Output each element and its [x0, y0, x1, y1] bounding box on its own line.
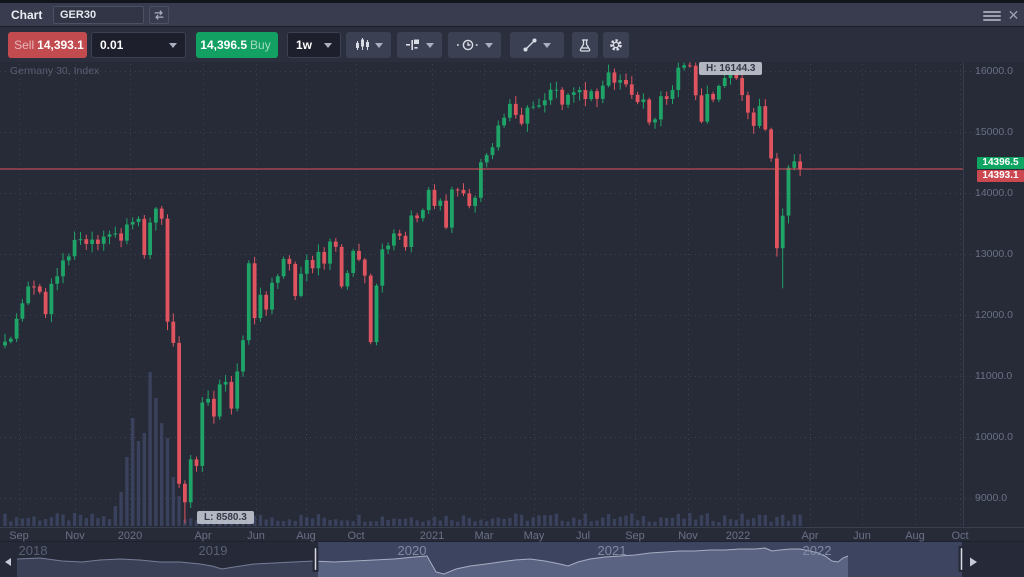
compare-symbols-button[interactable]: [149, 6, 169, 24]
sell-price: 14,393.1: [37, 38, 84, 52]
close-icon[interactable]: ✕: [1006, 8, 1021, 23]
timeframe-dropdown[interactable]: 1w: [287, 32, 341, 58]
trading-chart-window: Chart ✕ Sell 14,393.1 0.01 14,396.5 Buy: [0, 0, 1024, 577]
buy-price: 14,396.5: [200, 38, 247, 52]
chart-type-button[interactable]: [346, 32, 391, 58]
symbol-input[interactable]: [53, 6, 144, 24]
time-axis-label: Sep: [613, 530, 657, 542]
buy-button[interactable]: 14,396.5 Buy: [196, 32, 278, 58]
quantity-value: 0.01: [100, 38, 123, 52]
price-axis-label: 10000.0: [975, 431, 1013, 443]
sell-label: Sell: [14, 38, 34, 52]
drawing-tools-button[interactable]: [510, 32, 564, 58]
time-axis-label: Aug: [284, 530, 328, 542]
experimental-features-button[interactable]: [572, 32, 598, 58]
low-marker-badge: L: 8580.3: [197, 511, 254, 524]
trend-line-icon: [523, 38, 537, 52]
price-axis-label: 11000.0: [975, 370, 1012, 382]
navigator-scroll-right-button[interactable]: [968, 555, 980, 569]
panel-title: Chart: [11, 8, 42, 22]
sell-price-badge: 14393.1: [977, 170, 1024, 182]
high-marker-badge: H: 16144.3: [699, 62, 762, 75]
chevron-down-icon: [543, 43, 551, 48]
gear-icon: [609, 38, 623, 52]
time-axis-label: 2022: [716, 530, 760, 542]
time-axis-label: Mar: [462, 530, 506, 542]
buy-price-badge: 14396.5: [977, 157, 1024, 169]
quantity-dropdown[interactable]: 0.01: [91, 32, 186, 58]
price-axis-label: 16000.0: [975, 65, 1013, 77]
time-axis-label: Sep: [0, 530, 41, 542]
time-axis-label: 2021: [410, 530, 454, 542]
time-axis-label: Oct: [938, 530, 982, 542]
toolbar: Sell 14,393.1 0.01 14,396.5 Buy 1w: [0, 27, 1024, 62]
clock-icon: [457, 38, 479, 52]
buy-label: Buy: [250, 38, 271, 52]
price-axis-label: 12000.0: [975, 309, 1013, 321]
time-axis-label: 2020: [108, 530, 152, 542]
chevron-down-icon: [375, 43, 383, 48]
indicator-flag-icon: [406, 38, 420, 52]
navigator-right-handle[interactable]: [958, 544, 966, 574]
price-axis-label: 14000.0: [975, 187, 1013, 199]
time-axis-label: Nov: [666, 530, 710, 542]
candlestick-icon: [355, 38, 369, 52]
navigator-left-handle[interactable]: [312, 544, 320, 574]
time-axis-label: Jun: [840, 530, 884, 542]
time-axis-label: Jun: [234, 530, 278, 542]
time-axis-label: Jul: [561, 530, 605, 542]
navigator[interactable]: [0, 542, 1024, 577]
compare-icon: [153, 9, 165, 21]
instrument-label: Germany 30, Index: [10, 65, 99, 77]
chevron-down-icon: [324, 43, 332, 48]
price-axis-label: 15000.0: [975, 126, 1013, 138]
time-settings-button[interactable]: [448, 32, 501, 58]
settings-button[interactable]: [603, 32, 629, 58]
time-axis-label: Apr: [181, 530, 225, 542]
flask-icon: [578, 38, 592, 52]
time-axis-label: Nov: [53, 530, 97, 542]
chevron-down-icon: [169, 43, 177, 48]
indicators-button[interactable]: [397, 32, 442, 58]
chevron-down-icon: [426, 43, 434, 48]
chevron-down-icon: [485, 43, 493, 48]
menu-icon[interactable]: [983, 9, 1001, 23]
title-bar: Chart ✕: [0, 3, 1024, 27]
timeframe-value: 1w: [296, 38, 312, 52]
time-axis-label: May: [512, 530, 556, 542]
navigator-scroll-left-button[interactable]: [3, 555, 15, 569]
price-axis-label: 13000.0: [975, 248, 1013, 260]
time-axis-label: Apr: [788, 530, 832, 542]
sell-button[interactable]: Sell 14,393.1: [8, 32, 87, 58]
time-axis-label: Oct: [334, 530, 378, 542]
time-axis-label: Aug: [893, 530, 937, 542]
price-chart[interactable]: [0, 0, 1024, 577]
price-axis-label: 9000.0: [975, 492, 1007, 504]
